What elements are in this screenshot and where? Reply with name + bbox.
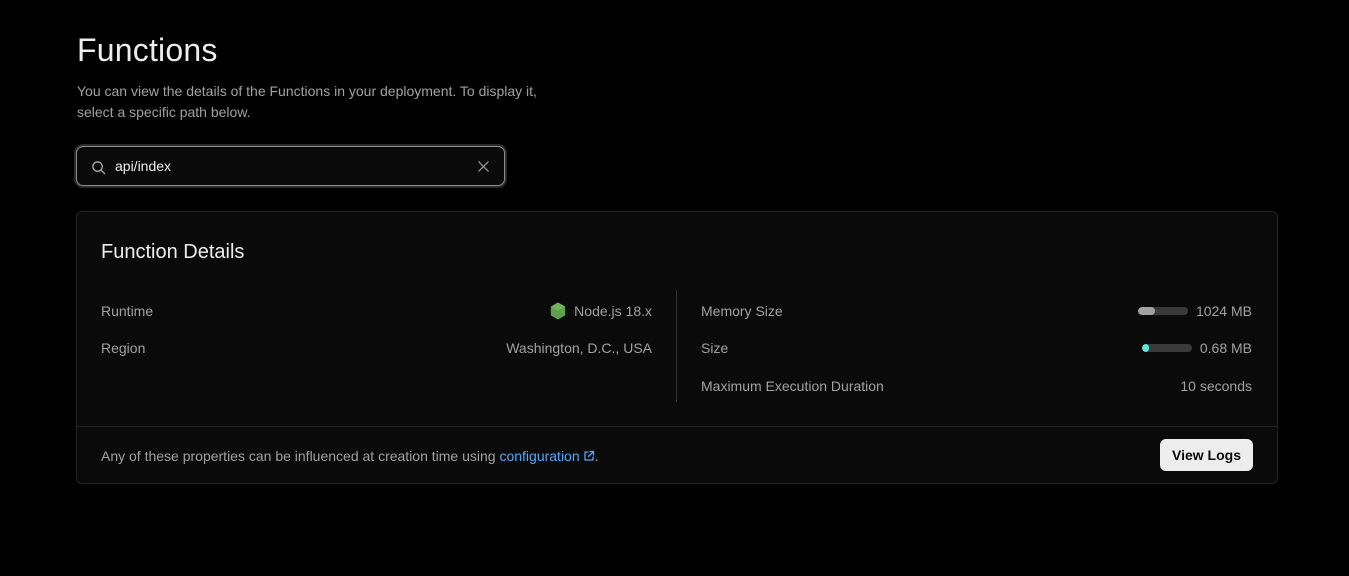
- size-meter-fill: [1141, 344, 1150, 352]
- runtime-value: Node.js 18.x: [574, 303, 652, 319]
- size-value: 0.68 MB: [1199, 340, 1252, 356]
- region-value: Washington, D.C., USA: [506, 340, 652, 356]
- view-logs-button[interactable]: View Logs: [1160, 439, 1253, 471]
- path-search-box[interactable]: [76, 146, 505, 186]
- size-meter: [1141, 344, 1192, 352]
- detail-label: Size: [701, 340, 729, 356]
- detail-label: Memory Size: [701, 303, 783, 319]
- nodejs-icon: [550, 302, 566, 320]
- detail-label: Region: [101, 340, 146, 356]
- column-divider: [676, 290, 677, 402]
- external-link-icon: [583, 450, 594, 461]
- detail-value: 0.68 MB: [1141, 340, 1252, 356]
- detail-row-max-duration: Maximum Execution Duration 10 seconds: [701, 375, 1252, 397]
- detail-row-region: Region Washington, D.C., USA: [101, 337, 652, 359]
- memory-size-meter-fill: [1137, 307, 1156, 315]
- detail-value: Node.js 18.x: [550, 302, 652, 320]
- page-description: You can view the details of the Function…: [77, 83, 537, 120]
- footer-text: Any of these properties can be influence…: [101, 446, 599, 466]
- function-details-card: Function Details Runtime Node.js 18.x Re…: [76, 211, 1278, 484]
- detail-value: 1024 MB: [1137, 303, 1252, 319]
- close-icon[interactable]: [477, 160, 490, 173]
- footer-text-after: .: [594, 448, 599, 464]
- path-search-input[interactable]: [115, 147, 465, 185]
- detail-row-memory-size: Memory Size 1024 MB: [701, 300, 1252, 322]
- max-duration-value: 10 seconds: [1180, 378, 1252, 394]
- detail-row-runtime: Runtime Node.js 18.x: [101, 300, 652, 322]
- configuration-link[interactable]: configuration: [499, 448, 594, 464]
- configuration-link-label: configuration: [499, 448, 580, 464]
- card-footer: Any of these properties can be influence…: [77, 426, 1277, 485]
- detail-row-size: Size 0.68 MB: [701, 337, 1252, 359]
- functions-page: Functions You can view the details of th…: [0, 0, 1349, 576]
- footer-text-before: Any of these properties can be influence…: [101, 448, 500, 464]
- card-title: Function Details: [101, 241, 245, 263]
- page-title: Functions: [77, 32, 218, 68]
- memory-size-value: 1024 MB: [1195, 303, 1252, 319]
- detail-label: Runtime: [101, 303, 154, 319]
- detail-label: Maximum Execution Duration: [701, 378, 884, 394]
- search-icon: [92, 161, 106, 175]
- memory-size-meter: [1137, 307, 1188, 315]
